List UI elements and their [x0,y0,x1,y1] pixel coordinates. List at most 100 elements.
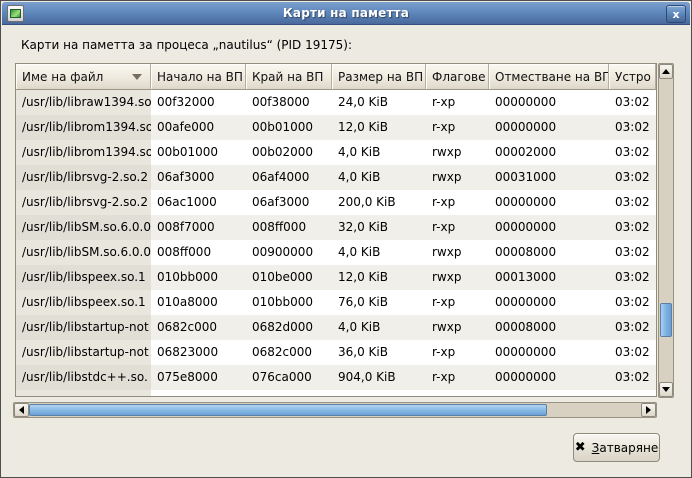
table-row[interactable]: /usr/lib/libstartup-not 06823000 0682c00… [16,340,656,365]
cell-vm-size: 76,0 KiB [332,290,426,315]
cell-vm-size: 4,0 KiB [332,315,426,340]
cell-vm-offset: 00013000 [489,265,609,290]
cell-vm-start: 00f32000 [151,90,246,115]
window-title: Карти на паметта [2,6,690,20]
column-header[interactable]: Размер на ВП [332,64,426,90]
arrow-left-icon [19,406,24,414]
cell-vm-offset: 00008000 [489,240,609,265]
cell-vm-start: 00b01000 [151,140,246,165]
cell-filename: /usr/lib/librsvg-2.so.2 [16,165,151,190]
cell-vm-start: 06823000 [151,340,246,365]
table-row[interactable]: /usr/lib/libstartup-not 0682c000 0682d00… [16,315,656,340]
horizontal-scrollbar-thumb[interactable] [29,404,547,416]
cell-vm-size: 4,0 KiB [332,240,426,265]
scroll-up-button[interactable] [659,64,673,79]
table-row[interactable]: /usr/lib/libSM.so.6.0.0 008f7000 008ff00… [16,215,656,240]
column-header[interactable]: Флагове [426,64,489,90]
table-row[interactable]: /usr/lib/librom1394.so 00b01000 00b02000… [16,140,656,165]
cell-device: 03:02 [609,265,656,290]
cell-flags: rwxp [426,315,489,340]
horizontal-scrollbar[interactable] [13,402,657,418]
cell-flags: rwxp [426,240,489,265]
cell-vm-end: 0682c000 [246,340,332,365]
table-row[interactable]: /usr/lib/librsvg-2.so.2 06af3000 06af400… [16,165,656,190]
cell-vm-offset: 00000000 [489,340,609,365]
cell-device: 03:02 [609,190,656,215]
cell-vm-size: 12,0 KiB [332,115,426,140]
cell-vm-size: 4,0 KiB [332,140,426,165]
cell-vm-start: 008f7000 [151,215,246,240]
cell-vm-offset: 00000000 [489,90,609,115]
cell-filename: /usr/lib/libraw1394.so [16,90,151,115]
cell-vm-size: 36,0 KiB [332,340,426,365]
cell-vm-size: 12,0 KiB [332,265,426,290]
table-row[interactable]: /usr/lib/libstdc++.so. 075e8000 076ca000… [16,365,656,390]
cell-device: 03:02 [609,340,656,365]
cell-flags: rwxp [426,140,489,165]
close-button[interactable]: ✖ Затваряне [573,433,660,462]
cell-vm-end: 076ca000 [246,365,332,390]
table-row[interactable]: /usr/lib/librsvg-2.so.2 06ac1000 06af300… [16,190,656,215]
table-row[interactable]: /usr/lib/libspeex.so.1 010a8000 010bb000… [16,290,656,315]
system-monitor-icon[interactable] [7,5,24,22]
cell-device: 03:02 [609,315,656,340]
cell-flags: r-xp [426,190,489,215]
cell-device: 03:02 [609,215,656,240]
cell-vm-end: 06af4000 [246,165,332,190]
vertical-scrollbar-thumb[interactable] [660,303,672,337]
column-header[interactable]: Отместване на ВП [489,64,609,90]
cell-device: 03:02 [609,290,656,315]
table-row[interactable]: /usr/lib/libspeex.so.1 010bb000 010be000… [16,265,656,290]
sort-descending-icon [132,74,142,80]
cell-vm-size: 4,0 KiB [332,165,426,190]
cell-filename: /usr/lib/librom1394.so [16,115,151,140]
table-header-row: Име на файл Начало на ВП Край на ВП Разм… [16,64,656,90]
column-header[interactable]: Начало на ВП [151,64,246,90]
process-description-label: Карти на паметта за процеса „nautilus“ (… [21,38,352,52]
cell-filename: /usr/lib/librsvg-2.so.2 [16,190,151,215]
monitor-screen-glyph [10,9,21,18]
table-row[interactable]: /usr/lib/librom1394.so 00afe000 00b01000… [16,115,656,140]
column-header[interactable]: Име на файл [16,64,151,90]
cell-flags: r-xp [426,215,489,240]
cell-vm-offset: 00000000 [489,215,609,240]
cell-vm-start: 075e8000 [151,365,246,390]
column-header[interactable]: Устро [609,64,656,90]
cell-vm-start: 010a8000 [151,290,246,315]
column-header[interactable]: Край на ВП [246,64,332,90]
cell-vm-start: 06ac1000 [151,190,246,215]
vertical-scrollbar[interactable] [658,63,674,398]
scroll-down-button[interactable] [659,382,673,397]
cell-vm-end: 06af3000 [246,190,332,215]
cell-flags: r-xp [426,365,489,390]
cell-vm-offset: 00000000 [489,190,609,215]
arrow-up-icon [662,69,670,74]
cell-vm-size: 904,0 KiB [332,365,426,390]
scroll-left-button[interactable] [14,403,29,417]
cell-flags: rwxp [426,165,489,190]
close-x-icon: ✖ [575,440,586,455]
table-row[interactable]: /usr/lib/libraw1394.so 00f32000 00f38000… [16,90,656,115]
cell-vm-end: 00b02000 [246,140,332,165]
scroll-right-button[interactable] [641,403,656,417]
cell-vm-end: 008ff000 [246,215,332,240]
titlebar[interactable]: Карти на паметта x [2,2,690,25]
cell-vm-start: 008ff000 [151,240,246,265]
cell-vm-start: 010bb000 [151,265,246,290]
cell-vm-size: 24,0 KiB [332,90,426,115]
cell-flags: r-xp [426,115,489,140]
table-row[interactable]: /usr/lib/libSM.so.6.0.0 008ff000 0090000… [16,240,656,265]
arrow-down-icon [662,387,670,392]
cell-vm-size: 32,0 KiB [332,215,426,240]
cell-vm-end: 0682d000 [246,315,332,340]
cell-flags: r-xp [426,340,489,365]
cell-device: 03:02 [609,365,656,390]
cell-device: 03:02 [609,115,656,140]
cell-flags: rwxp [426,265,489,290]
memory-maps-dialog: Карти на паметта x Карти на паметта за п… [0,0,692,478]
cell-filename: /usr/lib/libSM.so.6.0.0 [16,215,151,240]
cell-device: 03:02 [609,165,656,190]
window-close-icon[interactable]: x [666,5,686,23]
cell-vm-offset: 00000000 [489,290,609,315]
cell-filename: /usr/lib/librom1394.so [16,140,151,165]
